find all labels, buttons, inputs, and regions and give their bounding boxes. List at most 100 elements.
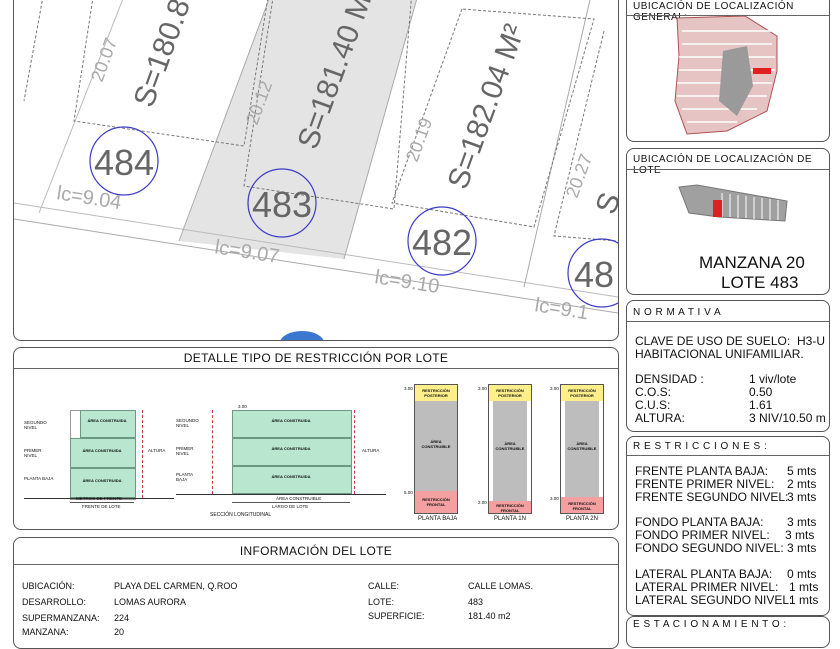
plan-pb: RESTRICCIÓN POSTERIOR ÁREA CONSTRUIBLE R… <box>414 384 458 514</box>
front-nivel-1n: PRIMER NIVEL <box>24 448 42 458</box>
lot-plan-panel: 484 483 482 48 S=180.8 S=181.40 M S=182.… <box>13 0 619 341</box>
lot-front-481: lc=9.1 <box>533 294 590 324</box>
section-nivel-1n: PRIMER NIVEL <box>176 446 194 456</box>
lateral-1n-value: 1 mts <box>789 580 819 594</box>
plan-pb-rear: RESTRICCIÓN POSTERIOR <box>422 388 450 398</box>
lot-area-484: S=180.8 <box>128 0 198 111</box>
plan-2n-rear: RESTRICCIÓN POSTERIOR <box>568 388 596 398</box>
section-nivel-2n: SEGUNDO NIVEL <box>176 418 199 428</box>
fondo-1n-label: FONDO PRIMER NIVEL: <box>635 528 770 542</box>
section-nivel-pb: PLANTA BAJA <box>176 472 193 482</box>
plan-1n-area: ÁREA CONSTRUIBLE <box>495 441 525 451</box>
densidad-value: 1 viv/lote <box>749 372 797 386</box>
front-elevation: ÁREA CONSTRUIDA ÁREA CONSTRUIDA ÁREA CON… <box>24 410 174 508</box>
clave-label: CLAVE DE USO DE SUELO: <box>635 334 791 348</box>
clave-value: H3-U <box>797 334 826 348</box>
plan-2n-bottom-dim: 3.00 <box>550 496 559 501</box>
front-frente-lote: FRENTE DE LOTE <box>82 504 121 509</box>
front-area-2n: ÁREA CONSTRUIDA <box>87 418 127 423</box>
altura-value: 3 NIV/10.50 m <box>749 411 826 425</box>
normativa-title: N O R M A T I V A <box>633 307 722 318</box>
lot-plan-drawing: 484 483 482 48 S=180.8 S=181.40 M S=182.… <box>14 0 618 340</box>
front-area-1n: ÁREA CONSTRUIDA <box>82 448 122 453</box>
frente-2n-label: FRENTE SEGUNDO NIVEL: <box>635 490 789 504</box>
plan-1n-label: PLANTA 1N <box>494 516 526 522</box>
supermanzana-label: SUPERMANZANA: <box>22 613 100 623</box>
info-panel: INFORMACIÓN DEL LOTE UBICACIÓN: PLAYA DE… <box>13 537 619 649</box>
plan-2n-label: PLANTA 2N <box>566 516 598 522</box>
lot-number-483: 483 <box>252 184 312 225</box>
general-location-map <box>674 16 778 135</box>
lot-location-map <box>678 184 788 222</box>
lateral-pb-label: LATERAL PLANTA BAJA: <box>635 567 773 581</box>
cus-label: C.U.S: <box>635 398 671 412</box>
cos-label: C.O.S: <box>635 385 672 399</box>
section-seccion: SECCIÓN LONGITUDINAL <box>210 512 272 518</box>
section-area-2n: ÁREA CONSTRUIDA <box>271 418 311 423</box>
plan-pb-area: ÁREA CONSTRUIBLE <box>421 439 451 449</box>
frente-pb-label: FRENTE PLANTA BAJA: <box>635 464 769 478</box>
restricciones-title: R E S T R I C C I O N E S : <box>633 441 768 452</box>
lot-location-title: UBICACIÓN DE LOCALIZACIÓN DE LOTE <box>633 154 813 176</box>
superficie-label: SUPERFICIE: <box>368 611 425 621</box>
frente-1n-label: FRENTE PRIMER NIVEL: <box>635 477 775 491</box>
plan-1n: RESTRICCIÓN POSTERIOR ÁREA CONSTRUIBLE R… <box>488 384 532 514</box>
lot-area-481: S <box>590 188 618 218</box>
manzana-label: MANZANA 20 <box>699 253 805 272</box>
plan-1n-front: RESTRICCIÓN FRONTAL <box>496 503 524 513</box>
cos-value: 0.50 <box>749 385 773 399</box>
supermanzana-value: 224 <box>114 613 130 623</box>
superficie-value: 181.40 m2 <box>468 611 511 621</box>
frente-2n-value: 3 mts <box>787 490 817 504</box>
front-area-pb: ÁREA CONSTRUIDA <box>82 478 122 483</box>
detalle-panel: DETALLE TIPO DE RESTRICCIÓN POR LOTE ÁRE… <box>13 347 619 530</box>
front-metros-frente: METROS DE FRENTE <box>76 496 123 501</box>
lateral-1n-label: LATERAL PRIMER NIVEL: <box>635 580 779 594</box>
fondo-pb-value: 3 mts <box>787 515 817 529</box>
altura-label: ALTURA: <box>635 411 685 425</box>
lote-info-label: LOTE: <box>368 597 395 607</box>
restricciones-panel: R E S T R I C C I O N E S : FRENTE PLANT… <box>626 436 830 616</box>
lateral-2n-label: LATERAL SEGUNDO NIVEL: <box>635 593 793 607</box>
section-top-dim: 3.00 <box>238 404 247 409</box>
frente-pb-value: 5 mts <box>787 464 817 478</box>
cus-value: 1.61 <box>749 398 773 412</box>
section-area-pb: ÁREA CONSTRUIDA <box>271 474 311 479</box>
section-altura: ALTURA <box>362 448 380 453</box>
fondo-2n-label: FONDO SEGUNDO NIVEL: <box>635 541 784 555</box>
fondo-pb-label: FONDO PLANTA BAJA: <box>635 515 764 529</box>
lateral-2n-value: 1 mts <box>789 593 819 607</box>
plan-2n-front: RESTRICCIÓN FRONTAL <box>568 501 596 511</box>
lateral-pb-value: 0 mts <box>787 567 817 581</box>
lot-area-482: S=182.04 M² <box>442 20 532 193</box>
calle-label: CALLE: <box>368 581 400 591</box>
plan-2n: RESTRICCIÓN POSTERIOR ÁREA CONSTRUIBLE R… <box>560 384 604 514</box>
lot-depth-482: 20.19 <box>402 115 436 164</box>
general-location-panel: UBICACIÓN DE LOCALIZACIÓN GENERAL: <box>626 0 830 142</box>
lot-depth-481: 20.27 <box>562 151 596 200</box>
plan-pb-label: PLANTA BAJA <box>418 516 458 522</box>
info-title: INFORMACIÓN DEL LOTE <box>14 538 618 565</box>
lote-label: LOTE 483 <box>721 273 799 292</box>
normativa-panel: N O R M A T I V A CLAVE DE USO DE SUELO:… <box>626 300 830 432</box>
lot-number-484: 484 <box>94 142 154 183</box>
lot-number-482: 482 <box>412 222 472 263</box>
estacionamiento-panel: E S T A C I O N A M I E N T O : <box>626 616 830 648</box>
front-nivel-2n: SEGUNDO NIVEL <box>24 420 47 430</box>
lot-front-482: lc=9.10 <box>373 266 441 298</box>
lot-location-panel: UBICACIÓN DE LOCALIZACIÓN DE LOTE MANZAN… <box>626 148 830 295</box>
plan-2n-area: ÁREA CONSTRUIBLE <box>567 441 597 451</box>
section-area-construible: ÁREA CONSTRUIBLE <box>276 496 322 501</box>
ubicacion-value: PLAYA DEL CARMEN, Q.ROO <box>114 581 238 591</box>
manzana-info-label: MANZANA: <box>22 627 69 637</box>
detalle-title: DETALLE TIPO DE RESTRICCIÓN POR LOTE <box>14 348 618 369</box>
estacionamiento-title: E S T A C I O N A M I E N T O : <box>633 619 787 630</box>
front-nivel-pb: PLANTA BAJA <box>24 476 54 481</box>
plan-pb-front: RESTRICCIÓN FRONTAL <box>422 497 450 507</box>
lote-info-value: 483 <box>468 597 484 607</box>
plan-1n-top-dim: 3.00 <box>478 386 487 391</box>
densidad-label: DENSIDAD : <box>635 372 704 386</box>
frente-1n-value: 2 mts <box>787 477 817 491</box>
desarrollo-label: DESARROLLO: <box>22 597 87 607</box>
fondo-2n-value: 3 mts <box>787 541 817 555</box>
